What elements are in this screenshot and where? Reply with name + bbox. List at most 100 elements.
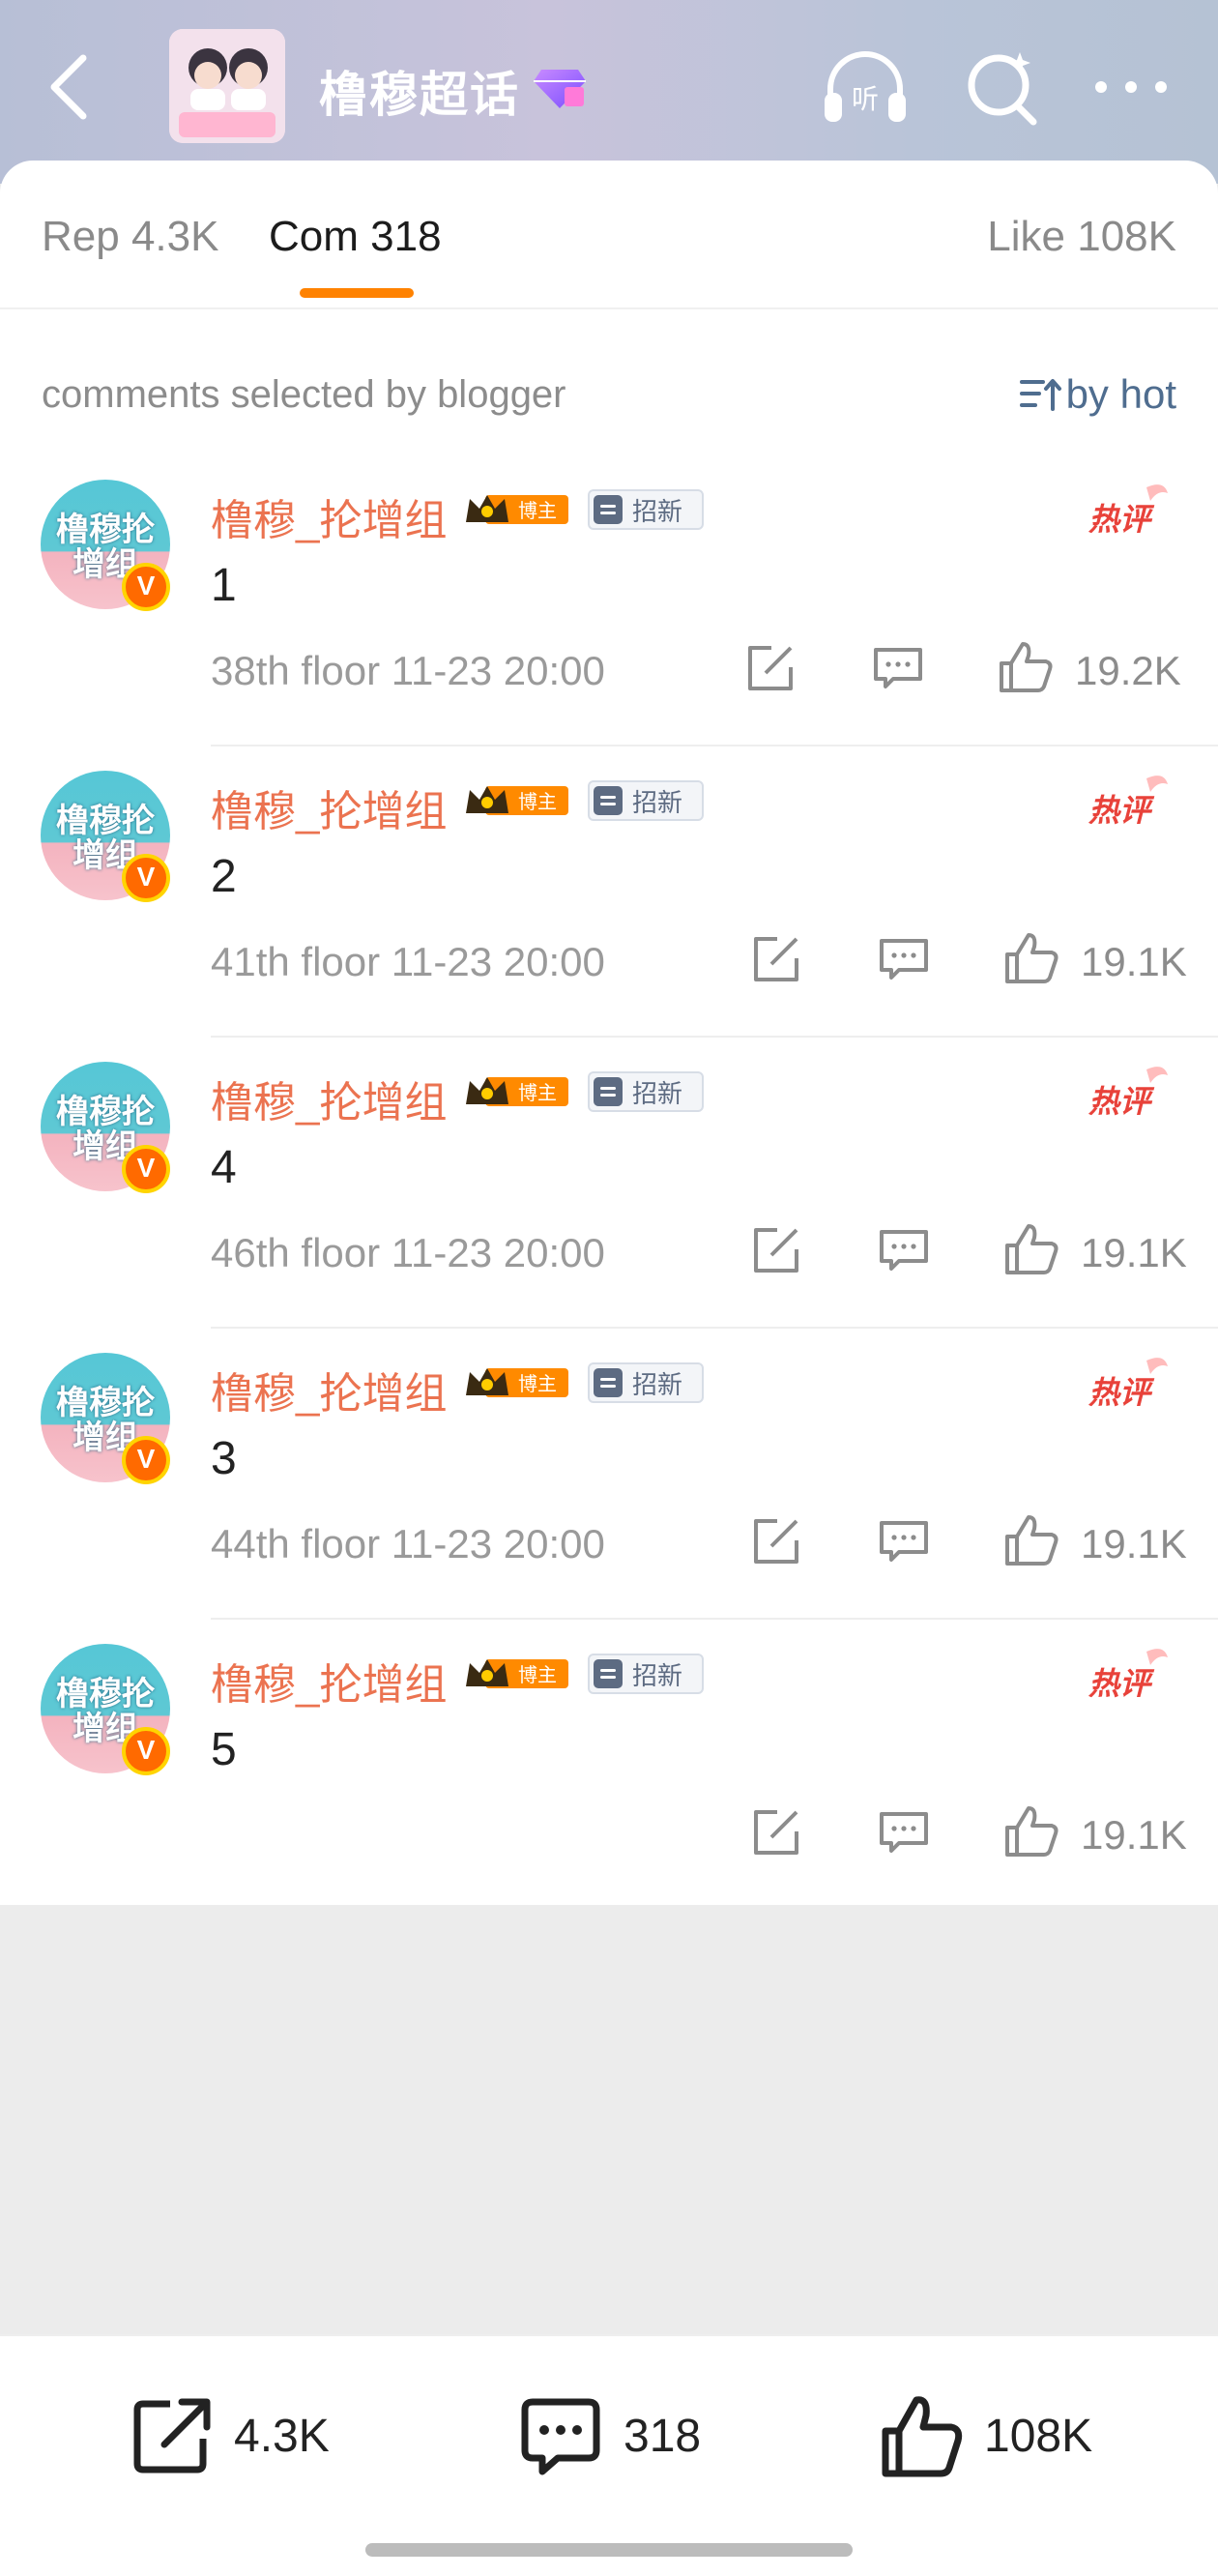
divider bbox=[211, 1327, 1218, 1329]
verified-badge-icon: V bbox=[122, 1145, 170, 1193]
crown-label: 博主 bbox=[518, 1372, 557, 1395]
share-icon[interactable] bbox=[750, 1806, 802, 1859]
divider bbox=[211, 1618, 1218, 1620]
comment-item: 橹穆抡增组 V 橹穆_抡增组 博主 招新 热评 3 44th floor 11-… bbox=[0, 1330, 1218, 1620]
reply-icon[interactable] bbox=[878, 1515, 930, 1567]
blogger-crown-badge-icon: 博主 bbox=[466, 786, 568, 815]
reply-icon[interactable] bbox=[878, 1224, 930, 1276]
share-icon[interactable] bbox=[750, 1224, 802, 1276]
comment-text: 1 bbox=[211, 560, 237, 611]
bottom-action-bar: 4.3K 318 108K bbox=[0, 2334, 1218, 2576]
comment-meta: 38th floor 11-23 20:00 bbox=[211, 648, 605, 693]
comment-meta: 41th floor 11-23 20:00 bbox=[211, 939, 605, 984]
active-tab-indicator bbox=[300, 288, 414, 298]
avatar[interactable]: 橹穆抡增组 V bbox=[41, 480, 170, 611]
more-options-icon[interactable] bbox=[1088, 70, 1174, 104]
comment-username[interactable]: 橹穆_抡增组 bbox=[211, 1068, 447, 1129]
verified-badge-icon: V bbox=[122, 563, 170, 611]
like-button[interactable]: 108K bbox=[878, 2392, 1092, 2479]
hot-comment-icon: 热评 bbox=[1088, 1649, 1168, 1702]
sort-icon bbox=[1019, 379, 1061, 411]
comment-count: 318 bbox=[624, 2410, 702, 2462]
like-count: 19.2K bbox=[1075, 648, 1181, 693]
like-icon[interactable] bbox=[1003, 929, 1059, 985]
home-indicator[interactable] bbox=[365, 2543, 853, 2557]
avatar[interactable]: 橹穆抡增组 V bbox=[41, 771, 170, 902]
like-icon bbox=[882, 2396, 963, 2477]
comment-username[interactable]: 橹穆_抡增组 bbox=[211, 1650, 447, 1712]
comment-username[interactable]: 橹穆_抡增组 bbox=[211, 776, 447, 838]
crown-label: 博主 bbox=[518, 499, 557, 522]
tab-reposts[interactable]: Rep 4.3K bbox=[42, 213, 218, 261]
hot-label: 热评 bbox=[1088, 1665, 1155, 1702]
comments-sheet: Rep 4.3K Com 318 Like 108K comments sele… bbox=[0, 161, 1218, 1905]
blogger-crown-badge-icon: 博主 bbox=[466, 1659, 568, 1688]
blogger-crown-badge-icon: 博主 bbox=[466, 1077, 568, 1106]
back-arrow-icon[interactable] bbox=[41, 46, 99, 128]
share-icon[interactable] bbox=[744, 642, 797, 694]
comment-item: 橹穆抡增组 V 橹穆_抡增组 博主 招新 热评 4 46th floor 11-… bbox=[0, 1039, 1218, 1329]
verified-badge-icon: V bbox=[122, 854, 170, 902]
like-icon[interactable] bbox=[998, 638, 1054, 694]
recruit-label: 招新 bbox=[632, 496, 683, 526]
search-icon[interactable] bbox=[962, 46, 1043, 128]
like-icon[interactable] bbox=[1003, 1220, 1059, 1276]
hot-comment-icon: 热评 bbox=[1088, 1358, 1168, 1411]
tab-likes[interactable]: Like 108K bbox=[987, 213, 1176, 261]
blogger-crown-badge-icon: 博主 bbox=[466, 495, 568, 524]
hot-comment-icon: 热评 bbox=[1088, 1067, 1168, 1120]
share-icon[interactable] bbox=[750, 1515, 802, 1567]
avatar[interactable]: 橹穆抡增组 V bbox=[41, 1353, 170, 1484]
like-count: 19.1K bbox=[1081, 1812, 1187, 1858]
top-header: 橹穆超话 听 bbox=[0, 0, 1218, 184]
recruit-badge[interactable]: 招新 bbox=[588, 1654, 704, 1694]
topic-avatar-illustration bbox=[169, 29, 285, 143]
comment-text: 2 bbox=[211, 851, 237, 902]
sort-label: by hot bbox=[1065, 371, 1176, 417]
hot-label: 热评 bbox=[1088, 1374, 1155, 1411]
recruit-icon bbox=[594, 1368, 623, 1397]
recruit-badge[interactable]: 招新 bbox=[588, 780, 704, 821]
crown-label: 博主 bbox=[518, 1663, 557, 1686]
reply-icon[interactable] bbox=[878, 933, 930, 985]
avatar[interactable]: 橹穆抡增组 V bbox=[41, 1644, 170, 1775]
comment-button[interactable]: 318 bbox=[517, 2392, 701, 2479]
recruit-label: 招新 bbox=[632, 1078, 683, 1108]
like-count: 19.1K bbox=[1081, 1230, 1187, 1275]
hot-label: 热评 bbox=[1088, 1083, 1155, 1120]
recruit-badge[interactable]: 招新 bbox=[588, 489, 704, 530]
comment-text: 5 bbox=[211, 1724, 237, 1775]
sort-button[interactable]: by hot bbox=[1018, 371, 1176, 418]
divider bbox=[211, 745, 1218, 746]
hot-label: 热评 bbox=[1088, 501, 1155, 538]
verified-badge-icon: V bbox=[122, 1727, 170, 1775]
comment-icon bbox=[521, 2398, 600, 2475]
recruit-badge[interactable]: 招新 bbox=[588, 1071, 704, 1112]
like-count: 19.1K bbox=[1081, 939, 1187, 984]
topic-title[interactable]: 橹穆超话 bbox=[319, 56, 520, 126]
recruit-label: 招新 bbox=[632, 787, 683, 817]
blogger-crown-badge-icon: 博主 bbox=[466, 1368, 568, 1397]
reply-icon[interactable] bbox=[878, 1806, 930, 1859]
like-icon[interactable] bbox=[1003, 1511, 1059, 1567]
crown-label: 博主 bbox=[518, 1081, 557, 1104]
tab-comments[interactable]: Com 318 bbox=[269, 213, 442, 261]
recruit-badge[interactable]: 招新 bbox=[588, 1362, 704, 1403]
listen-headphones-icon[interactable]: 听 bbox=[817, 46, 914, 128]
comment-username[interactable]: 橹穆_抡增组 bbox=[211, 485, 447, 547]
comment-meta: 46th floor 11-23 20:00 bbox=[211, 1230, 605, 1275]
share-icon[interactable] bbox=[750, 933, 802, 985]
avatar[interactable]: 橹穆抡增组 V bbox=[41, 1062, 170, 1193]
recruit-icon bbox=[594, 495, 623, 524]
hot-comment-icon: 热评 bbox=[1088, 484, 1168, 538]
comment-item: 橹穆抡增组 V 橹穆_抡增组 博主 招新 热评 1 38th floor 11-… bbox=[0, 456, 1218, 746]
recruit-icon bbox=[594, 1659, 623, 1688]
share-icon bbox=[133, 2398, 211, 2474]
reply-icon[interactable] bbox=[872, 642, 924, 694]
topic-avatar[interactable] bbox=[169, 29, 285, 143]
like-icon[interactable] bbox=[1003, 1802, 1059, 1859]
repost-count: 4.3K bbox=[234, 2410, 330, 2462]
repost-button[interactable]: 4.3K bbox=[128, 2392, 330, 2479]
comment-username[interactable]: 橹穆_抡增组 bbox=[211, 1359, 447, 1420]
comment-meta: 44th floor 11-23 20:00 bbox=[211, 1521, 605, 1566]
